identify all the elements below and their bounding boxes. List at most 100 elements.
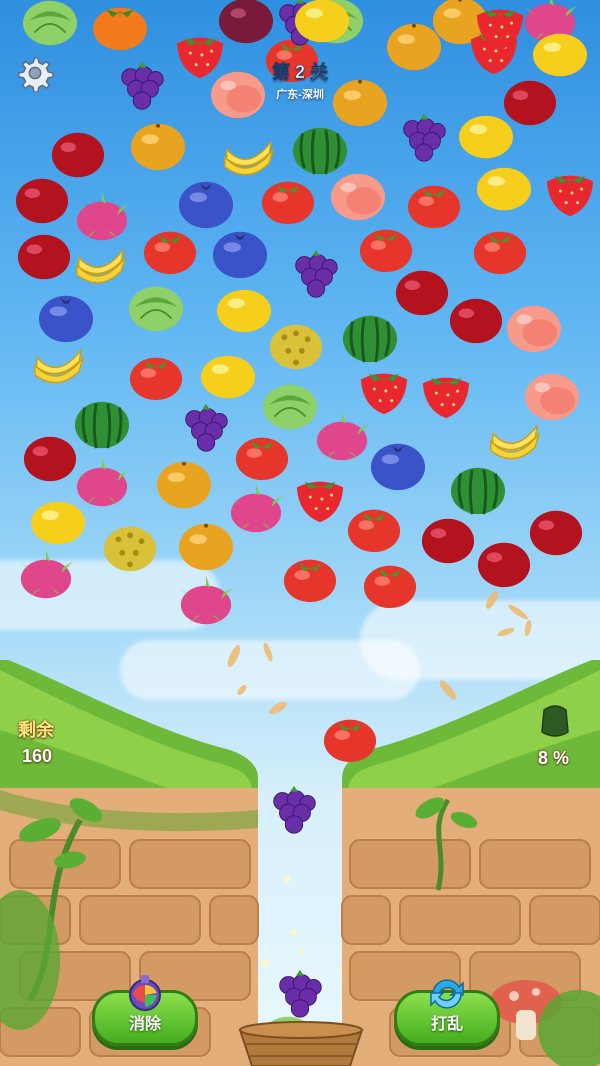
tomato-icon xyxy=(363,565,417,609)
fruit-lemon[interactable] xyxy=(292,0,352,48)
lemon-icon xyxy=(216,289,272,333)
fruit-strawberry[interactable] xyxy=(416,366,476,422)
persimmon-icon xyxy=(92,7,148,51)
fruit-peach[interactable] xyxy=(522,368,582,424)
fruit-dragonfruit[interactable] xyxy=(312,410,372,466)
grapes-icon xyxy=(403,113,446,162)
strawberry-icon xyxy=(422,377,470,419)
fruit-cherry[interactable] xyxy=(446,292,506,348)
peach-icon xyxy=(330,173,386,221)
fruit-orange[interactable] xyxy=(128,118,188,174)
fruit-strawberry[interactable] xyxy=(540,164,600,220)
grapes-icon xyxy=(185,403,228,452)
grapes-icon xyxy=(295,249,338,298)
watermelon-icon xyxy=(74,401,130,449)
fruit-durian[interactable] xyxy=(266,318,326,374)
level-header: 第 2 关 广东-深圳 xyxy=(236,58,364,102)
fruit-blueberry[interactable] xyxy=(210,226,270,282)
fruit-cabbage[interactable] xyxy=(260,378,320,434)
fruit-orange[interactable] xyxy=(384,18,444,74)
fruit-cherry[interactable] xyxy=(20,430,80,486)
fruit-tomato[interactable] xyxy=(126,348,186,404)
fruit-watermelon[interactable] xyxy=(340,310,400,366)
fruit-lemon[interactable] xyxy=(198,348,258,404)
remaining-count: 160 xyxy=(22,746,53,766)
fruit-cabbage[interactable] xyxy=(20,0,80,50)
fruit-banana[interactable] xyxy=(28,342,88,398)
game-screen[interactable]: 第 2 关 广东-深圳 剩余 160 8 % 消除 打乱 xyxy=(0,0,600,1066)
fruit-dragonfruit[interactable] xyxy=(16,548,76,604)
fruit-cherry[interactable] xyxy=(474,536,534,592)
fruit-cherry[interactable] xyxy=(12,172,72,228)
fruit-lemon[interactable] xyxy=(456,108,516,164)
fruit-grapes[interactable] xyxy=(286,246,346,302)
basket xyxy=(238,1021,364,1066)
settings-button[interactable] xyxy=(16,54,54,93)
fruit-strawberry[interactable] xyxy=(290,470,350,526)
fruit-tomato[interactable] xyxy=(280,550,340,606)
durian-icon xyxy=(103,526,157,572)
fruit-cherry[interactable] xyxy=(14,228,74,284)
fruit-dragonfruit[interactable] xyxy=(176,574,236,630)
fruit-tomato[interactable] xyxy=(232,428,292,484)
fruit-tomato[interactable] xyxy=(320,710,380,766)
progress-percent: 8 % xyxy=(538,748,570,768)
clear-button[interactable]: 消除 xyxy=(92,975,198,1046)
tomato-icon xyxy=(235,437,289,481)
fruit-persimmon[interactable] xyxy=(90,0,150,54)
orange-icon xyxy=(386,23,442,71)
fruit-orange[interactable] xyxy=(176,518,236,574)
potion-bomb-icon xyxy=(129,975,161,1011)
fruit-tomato[interactable] xyxy=(360,556,420,612)
fruit-dragonfruit[interactable] xyxy=(72,190,132,246)
fruit-blueberry[interactable] xyxy=(36,290,96,346)
fruit-durian[interactable] xyxy=(100,520,160,576)
tomato-icon xyxy=(347,509,401,553)
blueberry-icon xyxy=(370,443,426,491)
level-location: 广东-深圳 xyxy=(276,89,324,101)
cherry-icon xyxy=(15,178,69,224)
fruit-blueberry[interactable] xyxy=(368,438,428,494)
fruit-grapes[interactable] xyxy=(176,400,236,456)
lemon-icon xyxy=(30,501,86,545)
orange-icon xyxy=(156,461,212,509)
fruit-tomato[interactable] xyxy=(470,222,530,278)
fruit-grapes[interactable] xyxy=(264,782,324,838)
fruit-watermelon[interactable] xyxy=(448,462,508,518)
fruit-watermelon[interactable] xyxy=(72,396,132,452)
fruit-lemon[interactable] xyxy=(474,160,534,216)
fruit-grapes[interactable] xyxy=(112,58,172,114)
cherry-icon xyxy=(23,436,77,482)
melon-progress-icon xyxy=(538,702,572,738)
orange-icon xyxy=(130,123,186,171)
shuffle-arrows-icon xyxy=(430,979,464,1009)
level-title: 第 2 关 xyxy=(271,62,329,83)
fruit-cherry[interactable] xyxy=(392,264,452,320)
cherry-icon xyxy=(395,270,449,316)
fruit-grapes[interactable] xyxy=(394,110,454,166)
fruit-tomato[interactable] xyxy=(140,222,200,278)
fruit-peach[interactable] xyxy=(328,168,388,224)
fruit-cherry[interactable] xyxy=(418,512,478,568)
fruit-lemon[interactable] xyxy=(28,494,88,550)
fruit-peach[interactable] xyxy=(504,300,564,356)
watermelon-icon xyxy=(342,315,398,363)
tomato-icon xyxy=(129,357,183,401)
fruit-orange[interactable] xyxy=(154,456,214,512)
fruit-tomato[interactable] xyxy=(258,172,318,228)
lemon-icon xyxy=(458,115,514,159)
tomato-icon xyxy=(323,719,377,763)
fruit-lemon[interactable] xyxy=(214,282,274,338)
fruit-tomato[interactable] xyxy=(344,500,404,556)
strawberry-icon xyxy=(546,175,594,217)
cabbage-icon xyxy=(262,384,318,430)
fruit-cabbage[interactable] xyxy=(126,280,186,336)
shuffle-button[interactable]: 打乱 xyxy=(394,979,500,1046)
fruit-strawberry[interactable] xyxy=(470,0,530,54)
remaining-label: 剩余 xyxy=(18,720,54,740)
orange-icon xyxy=(178,523,234,571)
shuffle-button-label: 打乱 xyxy=(430,1016,463,1033)
clear-button-label: 消除 xyxy=(128,1016,161,1033)
durian-icon xyxy=(269,324,323,370)
fruit-cherry[interactable] xyxy=(526,504,586,560)
